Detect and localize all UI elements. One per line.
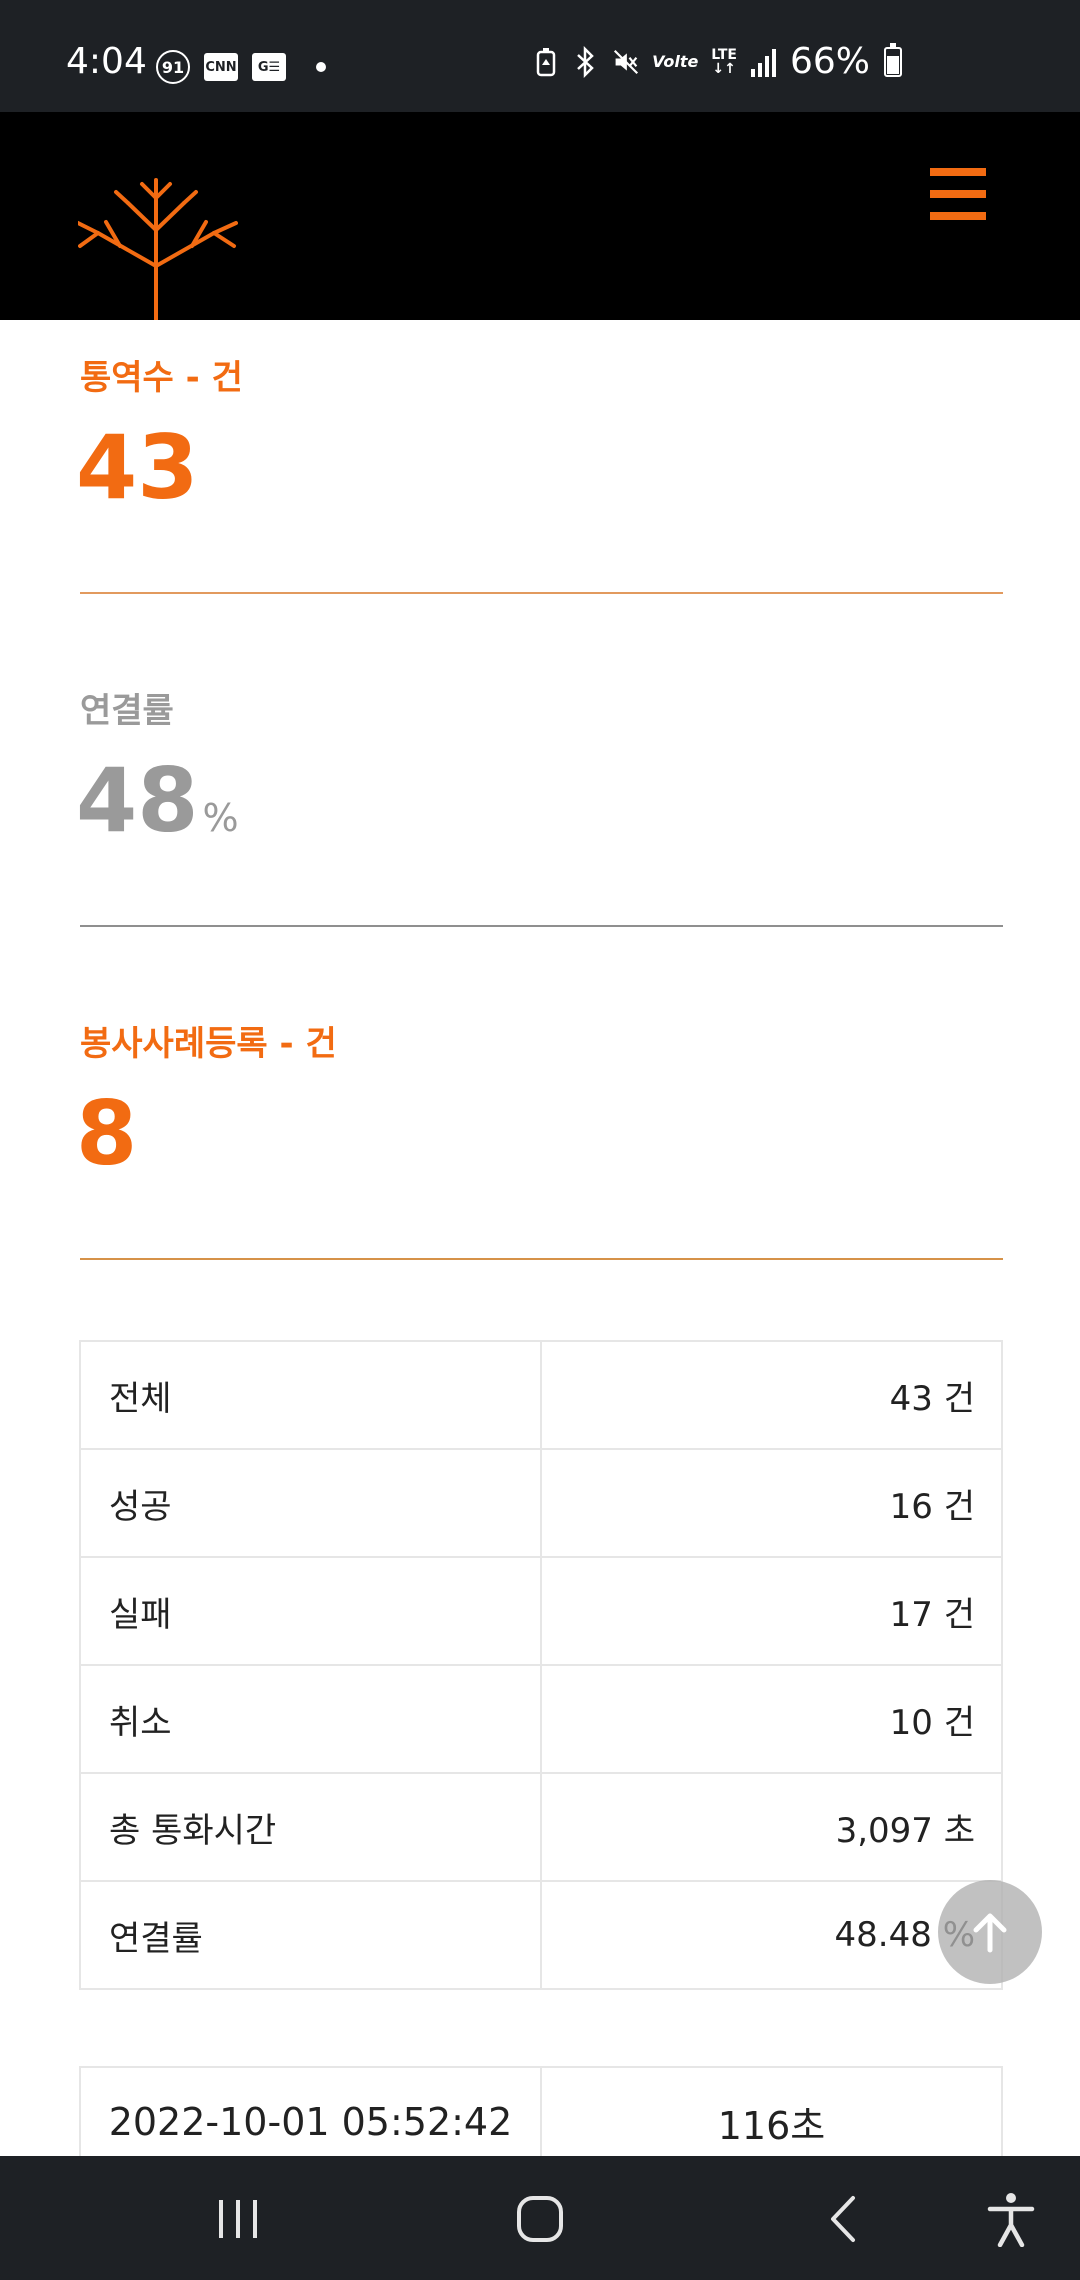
- row-label: 실패: [79, 1556, 542, 1666]
- row-value: 10 건: [540, 1664, 1003, 1774]
- row-label: 연결률: [79, 1880, 542, 1990]
- system-navigation-bar: [0, 2156, 1080, 2280]
- table-row: 성공 16 건: [79, 1448, 1003, 1558]
- accessibility-button[interactable]: [976, 2184, 1046, 2254]
- table-row: 전체 43 건: [79, 1340, 1003, 1450]
- system-icons: Volte LTE ↓↑ 66%: [533, 41, 902, 82]
- row-label: 취소: [79, 1664, 542, 1774]
- recent-apps-icon: [219, 2200, 257, 2238]
- stat-label: 연결률: [80, 691, 174, 731]
- stat-value: 43: [76, 424, 198, 512]
- arrow-up-icon: [973, 1913, 1007, 1953]
- table-row: 실패 17 건: [79, 1556, 1003, 1666]
- stat-value: 8: [76, 1090, 137, 1178]
- divider: [80, 1258, 1003, 1260]
- status-time: 4:04: [66, 41, 147, 82]
- back-button[interactable]: [808, 2184, 878, 2254]
- mute-icon: [613, 45, 639, 79]
- battery-percent: 66%: [789, 41, 870, 82]
- hamburger-menu-icon[interactable]: [930, 168, 986, 220]
- row-label: 총 통화시간: [79, 1772, 542, 1882]
- divider: [80, 592, 1003, 594]
- lte-label: LTE: [711, 47, 737, 63]
- notification-icons: 91 CNN G☰: [156, 50, 326, 84]
- data-arrows-icon: ↓↑: [712, 61, 736, 77]
- row-value: 16 건: [540, 1448, 1003, 1558]
- app-header: [0, 112, 1080, 322]
- row-value: 17 건: [540, 1556, 1003, 1666]
- summary-table: 전체 43 건 성공 16 건 실패 17 건 취소 10 건 총 통화시간 3…: [79, 1340, 1003, 1990]
- stat-label: 통역수 - 건: [80, 358, 243, 398]
- ge-icon: G☰: [252, 53, 286, 81]
- row-label: 성공: [79, 1448, 542, 1558]
- scroll-to-top-button[interactable]: [938, 1880, 1042, 1984]
- cnn-icon: CNN: [204, 53, 238, 81]
- table-row: 총 통화시간 3,097 초: [79, 1772, 1003, 1882]
- more-notifications-dot-icon: [316, 62, 326, 72]
- signal-icon: [750, 47, 776, 77]
- table-row: 연결률 48.48 %: [79, 1880, 1003, 1990]
- status-bar: 4:04 91 CNN G☰ Volte LTE ↓↑ 66%: [0, 0, 1080, 112]
- stat-number: 48: [76, 749, 199, 852]
- row-label: 전체: [79, 1340, 542, 1450]
- back-icon: [831, 2196, 855, 2242]
- accessibility-icon: [987, 2193, 1035, 2247]
- row-value: 48.48 %: [540, 1880, 1003, 1990]
- stat-unit: %: [202, 796, 239, 840]
- bluetooth-icon: [573, 45, 599, 79]
- stat-number: 8: [76, 1082, 138, 1185]
- divider: [80, 925, 1003, 927]
- stat-label: 봉사사례등록 - 건: [80, 1024, 337, 1064]
- battery-saver-icon: [533, 45, 559, 79]
- battery-icon: [884, 43, 902, 77]
- home-icon: [517, 2196, 563, 2242]
- volte-icon: Volte: [652, 52, 699, 71]
- recent-apps-button[interactable]: [203, 2184, 273, 2254]
- lte-icon: LTE ↓↑: [711, 48, 737, 76]
- row-value: 3,097 초: [540, 1772, 1003, 1882]
- aod-badge-icon: 91: [156, 50, 190, 84]
- home-button[interactable]: [505, 2184, 575, 2254]
- tree-logo-icon[interactable]: [76, 178, 238, 324]
- stat-number: 43: [76, 416, 199, 519]
- table-row: 취소 10 건: [79, 1664, 1003, 1774]
- stat-value: 48%: [76, 757, 239, 845]
- row-value: 43 건: [540, 1340, 1003, 1450]
